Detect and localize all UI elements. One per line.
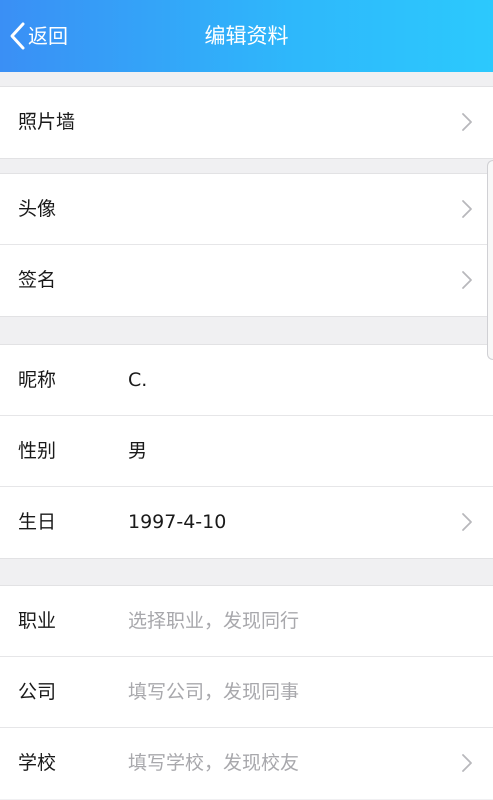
chevron-right-icon [462, 513, 472, 531]
gender-value: 男 [128, 440, 148, 462]
row-company[interactable]: 公司 填写公司，发现同事 [0, 657, 493, 728]
chevron-right-icon [462, 271, 472, 289]
scroll-indicator[interactable] [487, 160, 493, 360]
row-label: 职业 [18, 610, 57, 632]
row-birthday[interactable]: 生日 1997-4-10 [0, 487, 493, 558]
chevron-right-icon [462, 200, 472, 218]
birthday-value: 1997-4-10 [128, 511, 227, 533]
row-occupation[interactable]: 职业 选择职业，发现同行 [0, 586, 493, 657]
row-avatar[interactable]: 头像 [0, 174, 493, 245]
company-placeholder: 填写公司，发现同事 [128, 681, 300, 703]
row-gender[interactable]: 性别 男 [0, 416, 493, 487]
row-nickname[interactable]: 昵称 C. [0, 345, 493, 416]
row-school[interactable]: 学校 填写学校，发现校友 [0, 728, 493, 799]
group-photo-wall: 照片墙 [0, 86, 493, 159]
row-label: 公司 [18, 681, 57, 703]
row-label: 照片墙 [18, 111, 76, 133]
nickname-value: C. [128, 369, 148, 391]
row-label: 性别 [18, 440, 57, 462]
group-personal-info: 昵称 C. 性别 男 生日 1997-4-10 [0, 344, 493, 559]
school-placeholder: 填写学校，发现校友 [128, 752, 300, 774]
nav-header: 返回 编辑资料 [0, 0, 493, 72]
group-work-education: 职业 选择职业，发现同行 公司 填写公司，发现同事 学校 填写学校，发现校友 [0, 585, 493, 799]
page-title: 编辑资料 [204, 24, 289, 48]
occupation-placeholder: 选择职业，发现同行 [128, 610, 300, 632]
row-signature[interactable]: 签名 [0, 245, 493, 316]
chevron-right-icon [462, 113, 472, 131]
row-label: 头像 [18, 198, 57, 220]
row-label: 昵称 [18, 369, 57, 391]
row-label: 学校 [18, 752, 57, 774]
row-label: 签名 [18, 269, 57, 291]
chevron-right-icon [462, 754, 472, 772]
row-label: 生日 [18, 511, 57, 533]
group-profile-basics: 头像 签名 [0, 173, 493, 317]
row-photo-wall[interactable]: 照片墙 [0, 87, 493, 158]
